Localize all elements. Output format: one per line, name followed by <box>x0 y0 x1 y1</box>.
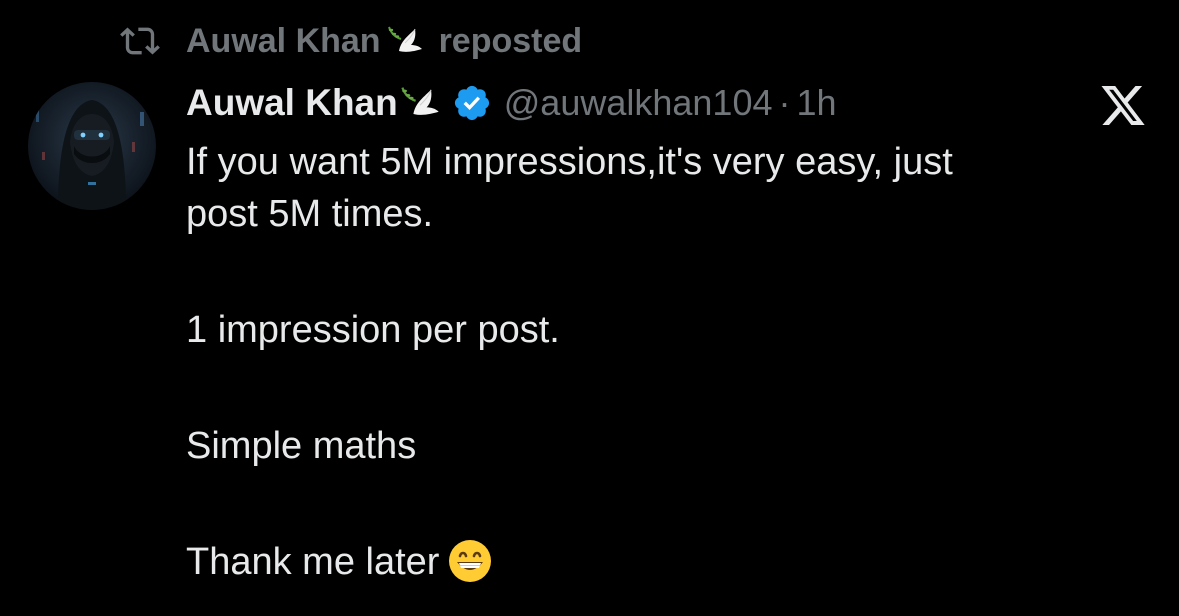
dove-icon <box>387 26 422 52</box>
dove-icon <box>401 87 439 115</box>
tweet-line-text: Thank me later <box>186 541 440 583</box>
x-logo-icon <box>1101 86 1145 125</box>
tweet-text: If you want 5M impressions,it's very eas… <box>186 136 1146 588</box>
repost-header: Auwal Khan reposted <box>118 18 582 64</box>
tweet-paragraph: 1 impression per post. <box>186 304 1146 356</box>
tweet-paragraph: Simple maths <box>186 420 1146 472</box>
tweet-line: If you want 5M impressions,it's very eas… <box>186 141 953 183</box>
repost-icon <box>120 27 160 55</box>
author-name[interactable]: Auwal Khan <box>186 82 398 124</box>
avatar-image <box>28 82 156 210</box>
tweet-header: Auwal Khan @auwalkhan104 · 1h <box>186 78 837 128</box>
tweet-line: 1 impression per post. <box>186 309 560 351</box>
tweet-line: Thank me later <box>186 536 1146 588</box>
reposter-name[interactable]: Auwal Khan <box>186 22 381 61</box>
tweet-paragraph: If you want 5M impressions,it's very eas… <box>186 136 1146 240</box>
separator-dot: · <box>778 82 791 123</box>
verified-badge-icon[interactable] <box>452 83 492 123</box>
grinning-face-icon <box>449 540 492 582</box>
tweet-line: Simple maths <box>186 425 417 467</box>
tweet-timestamp[interactable]: 1h <box>796 82 836 124</box>
tweet-paragraph: Thank me later <box>186 536 1146 588</box>
tweet-line: post 5M times. <box>186 193 434 235</box>
avatar[interactable] <box>28 82 156 210</box>
author-handle[interactable]: @auwalkhan104 <box>504 82 773 124</box>
reposted-label: reposted <box>438 21 583 60</box>
